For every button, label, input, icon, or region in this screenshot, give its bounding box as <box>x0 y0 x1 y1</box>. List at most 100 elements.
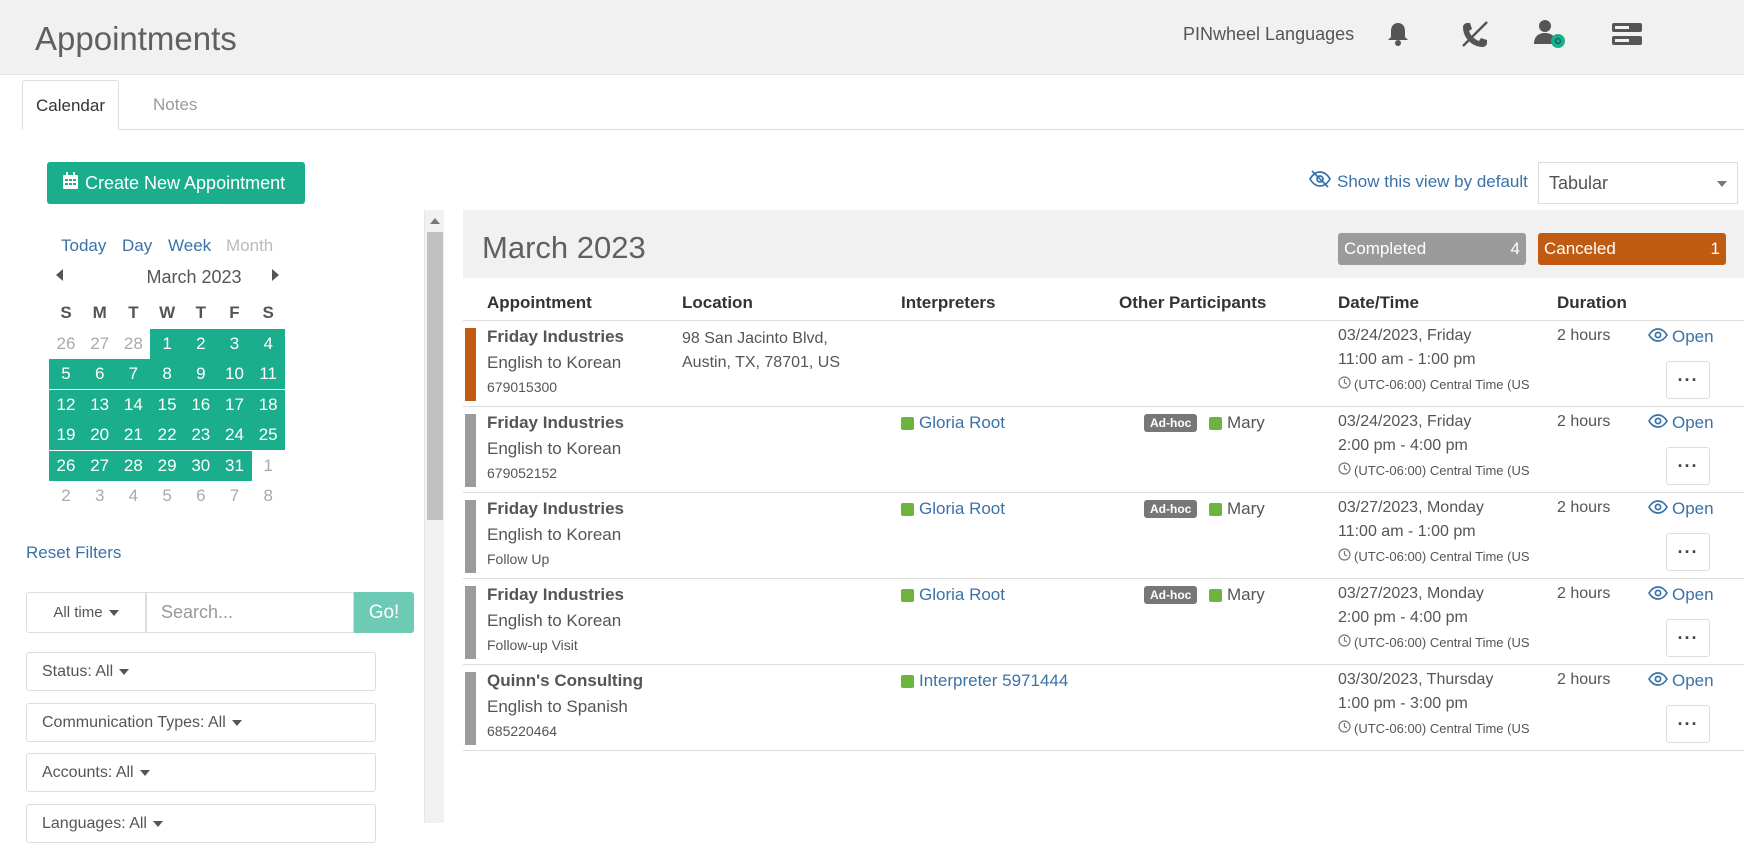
appointment-duration: 2 hours <box>1557 499 1611 516</box>
calendar-day[interactable]: 5 <box>49 359 83 389</box>
cal-nav-today[interactable]: Today <box>61 236 106 256</box>
calendar-day[interactable]: 31 <box>217 450 252 481</box>
calendar-day[interactable]: 28 <box>116 329 150 359</box>
timezone-label: (UTC-06:00) Central Time (US <box>1354 634 1530 650</box>
interpreter-link[interactable]: Interpreter 5971444 <box>901 671 1068 691</box>
canceled-count-badge[interactable]: Canceled 1 <box>1538 233 1726 265</box>
more-options-button[interactable]: ··· <box>1666 361 1710 399</box>
search-input[interactable] <box>146 592 354 633</box>
calendar-day[interactable]: 8 <box>150 359 185 389</box>
calendar-day[interactable]: 6 <box>184 481 218 511</box>
bell-icon[interactable] <box>1378 16 1418 52</box>
appointment-time: 2:00 pm - 4:00 pm <box>1338 437 1468 454</box>
more-options-button[interactable]: ··· <box>1666 705 1710 743</box>
calendar-day[interactable]: 7 <box>218 481 252 511</box>
appointment-row[interactable]: Quinn's Consulting English to Spanish 6852… <box>463 665 1744 751</box>
calendar-day[interactable]: 3 <box>217 328 252 359</box>
calendar-day[interactable]: 15 <box>150 389 185 420</box>
show-view-by-default-label: Show this view by default <box>1337 171 1528 191</box>
more-options-button[interactable]: ··· <box>1666 619 1710 657</box>
scrollbar-thumb[interactable] <box>427 232 443 520</box>
calendar-day[interactable]: 29 <box>150 450 185 481</box>
calendar-day[interactable]: 8 <box>251 481 285 511</box>
calendar-day[interactable]: 26 <box>49 329 83 359</box>
appointment-row[interactable]: Friday Industries English to Korean Follow… <box>463 579 1744 665</box>
scroll-up-arrow-icon[interactable] <box>430 218 440 224</box>
open-appointment-link[interactable]: Open <box>1648 585 1714 605</box>
view-select[interactable]: Tabular <box>1538 162 1738 204</box>
open-appointment-link[interactable]: Open <box>1648 499 1714 519</box>
calendar-day[interactable]: 9 <box>183 359 218 389</box>
interpreter-link[interactable]: Gloria Root <box>901 585 1005 605</box>
calendar-day[interactable]: 1 <box>251 451 285 481</box>
open-appointment-link[interactable]: Open <box>1648 671 1714 691</box>
interpreter-link[interactable]: Gloria Root <box>901 499 1005 519</box>
calendar-day[interactable]: 10 <box>217 359 252 389</box>
cal-nav-day[interactable]: Day <box>122 236 152 256</box>
more-options-button[interactable]: ··· <box>1666 533 1710 571</box>
calendar-day[interactable]: 28 <box>116 450 151 481</box>
calendar-day[interactable]: 11 <box>251 359 286 389</box>
calendar-day[interactable]: 18 <box>251 389 286 420</box>
cal-nav-week[interactable]: Week <box>168 236 211 256</box>
calendar-day[interactable]: 22 <box>150 420 185 450</box>
reset-filters-link[interactable]: Reset Filters <box>26 543 121 563</box>
server-icon[interactable] <box>1607 16 1647 52</box>
go-button[interactable]: Go! <box>354 592 414 633</box>
calendar-day[interactable]: 2 <box>183 328 218 359</box>
appointment-time: 1:00 pm - 3:00 pm <box>1338 695 1468 712</box>
calendar-day[interactable]: 5 <box>150 481 184 511</box>
calendar-weekday-header: T <box>128 303 139 322</box>
org-name[interactable]: PINwheel Languages <box>1183 24 1354 45</box>
calendar-day[interactable]: 20 <box>82 420 117 450</box>
interpreter-link[interactable]: Gloria Root <box>901 413 1005 433</box>
languages-filter-dropdown[interactable]: Languages: All <box>26 804 376 843</box>
calendar-day[interactable]: 16 <box>183 389 218 420</box>
show-view-by-default-link[interactable]: Show this view by default <box>1309 170 1528 193</box>
sidebar-scrollbar[interactable] <box>424 210 444 823</box>
calendar-day[interactable]: 4 <box>116 481 150 511</box>
calendar-day[interactable]: 25 <box>251 420 286 450</box>
cal-next-arrow-icon[interactable] <box>272 269 279 281</box>
calendar-day[interactable]: 1 <box>150 328 185 359</box>
calendar-day[interactable]: 24 <box>217 420 252 450</box>
completed-count-badge[interactable]: Completed 4 <box>1338 233 1526 265</box>
cal-nav-month[interactable]: Month <box>226 236 273 256</box>
calendar-day[interactable]: 27 <box>82 450 117 481</box>
calendar-day[interactable]: 2 <box>49 481 83 511</box>
calendar-day[interactable]: 13 <box>82 389 117 420</box>
appointment-reference: Follow Up <box>487 551 550 567</box>
calendar-day[interactable]: 3 <box>83 481 117 511</box>
time-range-dropdown[interactable]: All time <box>26 592 146 633</box>
status-filter-dropdown[interactable]: Status: All <box>26 652 376 691</box>
tab-notes[interactable]: Notes <box>140 80 210 130</box>
more-options-button[interactable]: ··· <box>1666 447 1710 485</box>
appointment-language: English to Korean <box>487 353 622 372</box>
accounts-filter-dropdown[interactable]: Accounts: All <box>26 753 376 792</box>
calendar-day[interactable]: 7 <box>116 359 151 389</box>
calendar-day[interactable]: 19 <box>49 420 83 450</box>
cal-prev-arrow-icon[interactable] <box>56 269 63 281</box>
calendar-day[interactable]: 21 <box>116 420 151 450</box>
calendar-day[interactable]: 30 <box>183 450 218 481</box>
appointment-row[interactable]: Friday Industries English to Korean Follow… <box>463 493 1744 579</box>
appointment-row[interactable]: Friday Industries English to Korean 679052… <box>463 407 1744 493</box>
tab-calendar[interactable]: Calendar <box>22 80 119 130</box>
user-status-icon[interactable] <box>1530 16 1570 52</box>
calendar-day[interactable]: 26 <box>49 450 83 481</box>
calendar-day[interactable]: 17 <box>217 389 252 420</box>
appointment-row[interactable]: Friday Industries English to Korean 679015… <box>463 321 1744 407</box>
calendar-day[interactable]: 23 <box>183 420 218 450</box>
caret-down-icon <box>231 719 242 726</box>
calendar-day[interactable]: 4 <box>251 328 286 359</box>
calendar-day[interactable]: 12 <box>49 389 83 420</box>
interpreter-status-dot <box>901 502 914 516</box>
calendar-day[interactable]: 27 <box>83 329 117 359</box>
open-appointment-link[interactable]: Open <box>1648 413 1714 433</box>
calendar-day[interactable]: 14 <box>116 389 151 420</box>
calendar-day[interactable]: 6 <box>82 359 117 389</box>
create-appointment-button[interactable]: Create New Appointment <box>47 162 305 204</box>
phone-off-icon[interactable] <box>1455 16 1495 52</box>
open-appointment-link[interactable]: Open <box>1648 327 1714 347</box>
communication-types-filter-dropdown[interactable]: Communication Types: All <box>26 703 376 742</box>
